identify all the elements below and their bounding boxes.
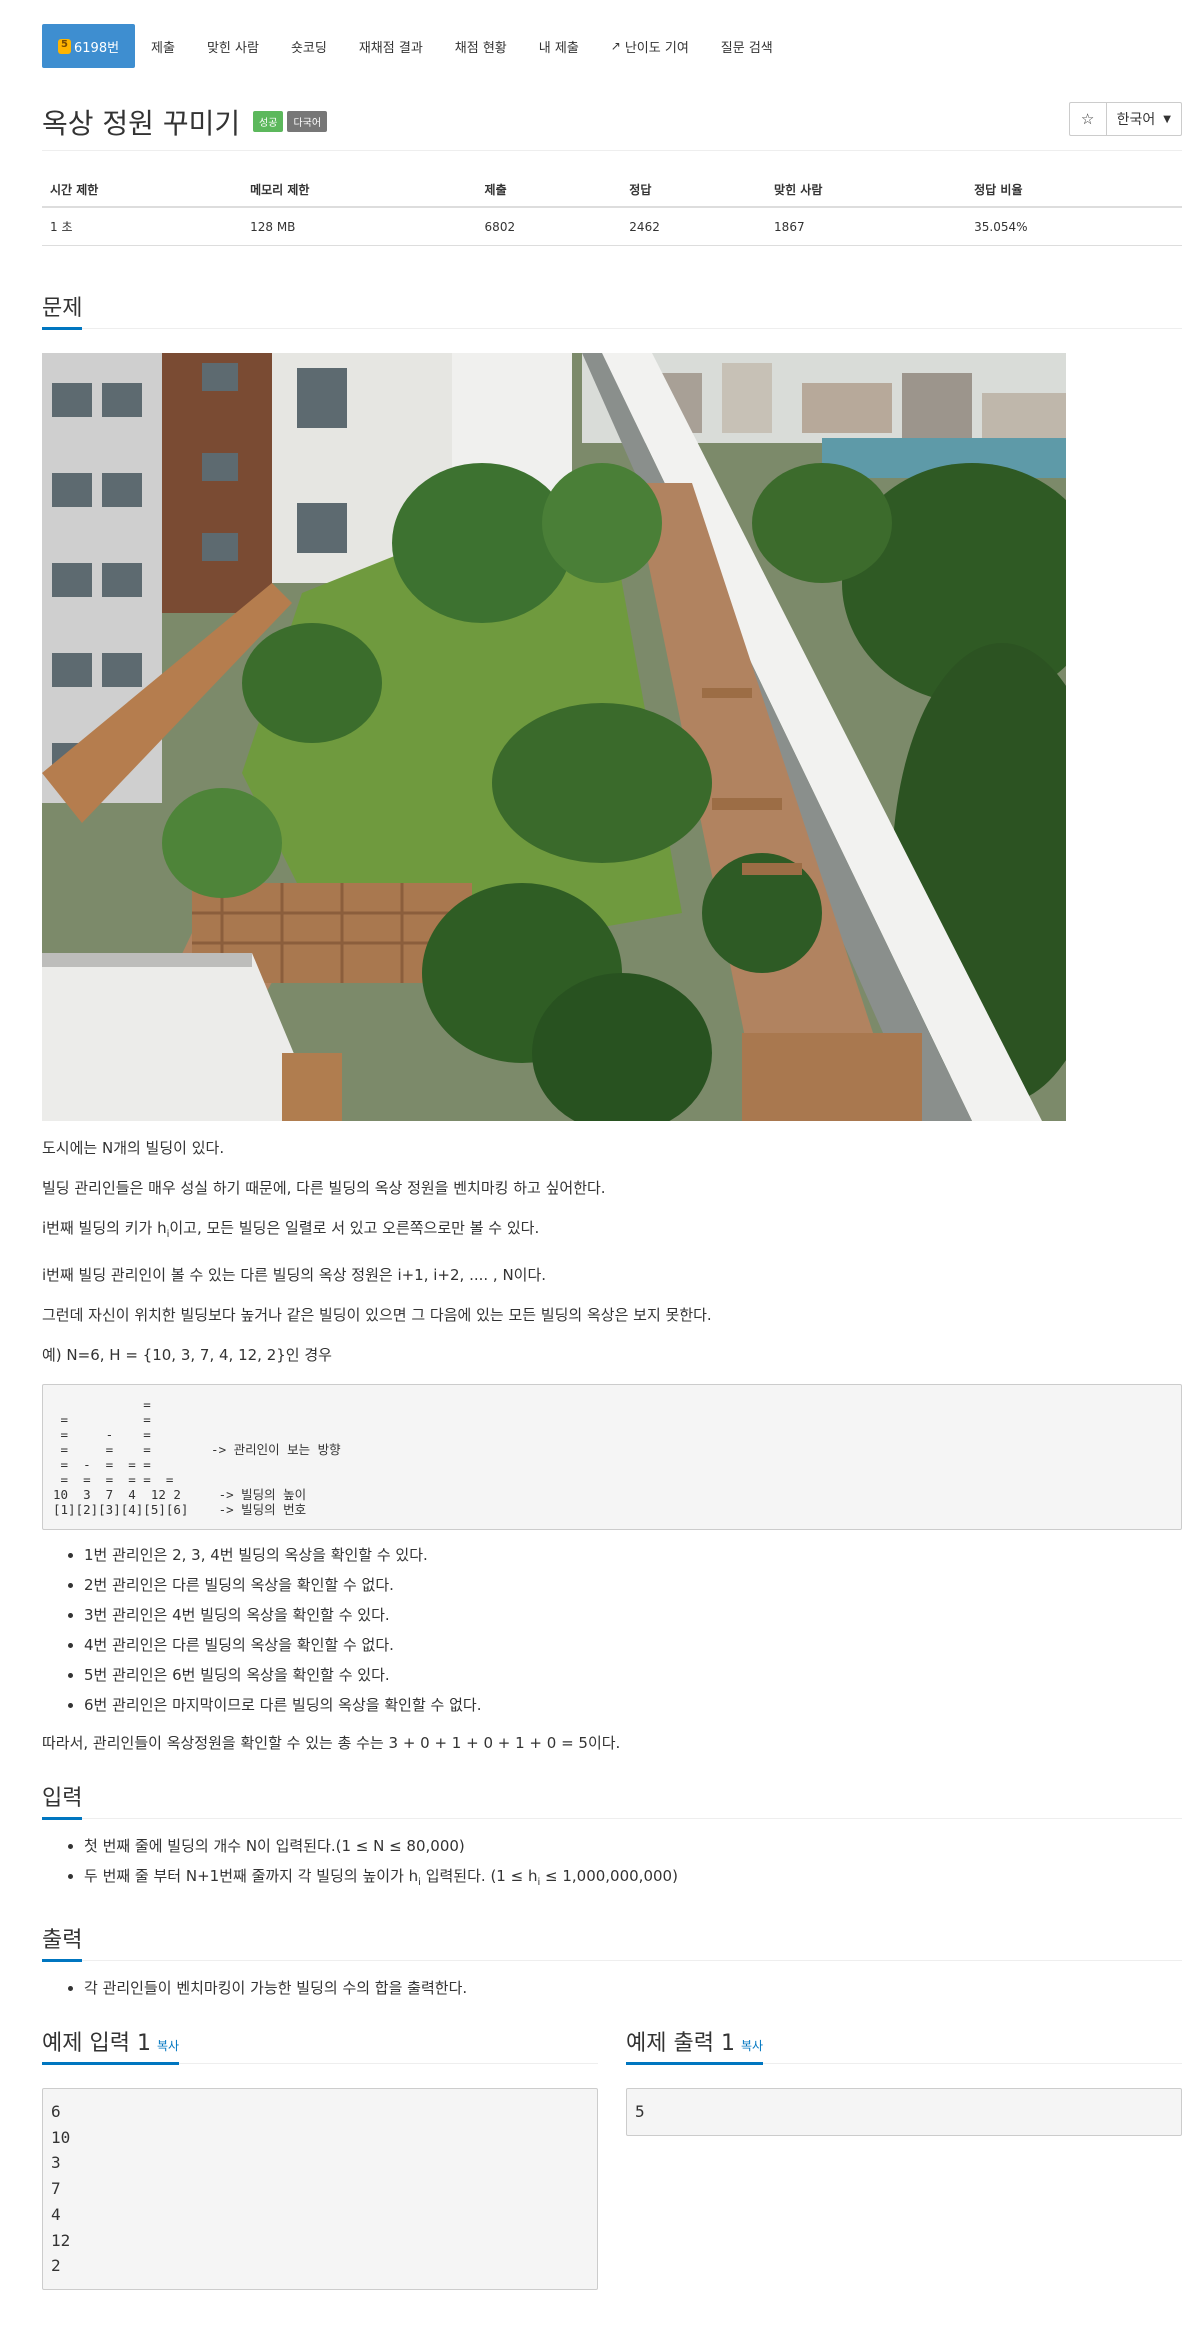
accept-ratio-value: 35.054% [966,207,1182,246]
sample-input-box: 6 10 3 7 4 12 2 [42,2088,598,2290]
tab-rejudge-results[interactable]: 재채점 결과 [343,24,439,68]
problem-conclusion: 따라서, 관리인들이 옥상정원을 확인할 수 있는 총 수는 3 + 0 + 1… [42,1734,621,1752]
tab-submit[interactable]: 제출 [135,24,191,68]
header-tools: ☆ 한국어 ▼ [1068,102,1182,136]
copy-output-link[interactable]: 복사 [741,2039,763,2053]
caret-down-icon: ▼ [1163,113,1171,125]
memory-limit-value: 128 MB [242,207,477,246]
copy-input-link[interactable]: 복사 [157,2039,179,2053]
star-icon: ☆ [1080,110,1095,128]
problem-text-6: 예) N=6, H = {10, 3, 7, 4, 12, 2}인 경우 [42,1346,332,1364]
multilang-badge: 다국어 [287,110,328,132]
list-item: 첫 번째 줄에 빌딩의 개수 N이 입력된다.(1 ≤ N ≤ 80,000) [84,1831,1182,1861]
header-solved-users: 맞힌 사람 [766,173,967,208]
input-description: 첫 번째 줄에 빌딩의 개수 N이 입력된다.(1 ≤ N ≤ 80,000) … [42,1831,1182,1898]
header-submissions: 제출 [476,173,622,208]
language-dropdown[interactable]: 한국어 ▼ [1106,102,1182,136]
sample-output-box: 5 [626,2088,1182,2136]
problem-text-5: 그런데 자신이 위치한 빌딩보다 높거나 같은 빌딩이 있으면 그 다음에 있는… [42,1306,712,1324]
tab-judge-status[interactable]: 채점 현황 [439,24,523,68]
success-badge: 성공 [253,110,284,132]
list-item: 3번 관리인은 4번 빌딩의 옥상을 확인할 수 있다. [84,1600,1182,1630]
input-section-header: 입력 [42,1780,1182,1820]
problem-title: 옥상 정원 꾸미기 성공 다국어 [42,102,328,142]
tab-question-search[interactable]: 질문 검색 [705,24,789,68]
table-row: 1 초 128 MB 6802 2462 1867 35.054% [42,207,1182,246]
list-item: 5번 관리인은 6번 빌딩의 옥상을 확인할 수 있다. [84,1660,1182,1690]
problem-text-2: 빌딩 관리인들은 매우 성실 하기 때문에, 다른 빌딩의 옥상 정원을 벤치마… [42,1179,606,1197]
header-memory-limit: 메모리 제한 [242,173,477,208]
list-item: 각 관리인들이 벤치마킹이 가능한 빌딩의 수의 합을 출력한다. [84,1973,1182,2003]
problem-text-1: 도시에는 N개의 빌딩이 있다. [42,1139,225,1157]
external-link-icon: ↗ [610,39,621,53]
problem-text-3: i번째 빌딩의 키가 hi이고, 모든 빌딩은 일렬로 서 있고 오른쪽으로만 … [42,1219,540,1240]
output-section-title: 출력 [42,1922,83,1962]
tab-my-submissions[interactable]: 내 제출 [523,24,595,68]
tier-medal-icon [58,38,71,54]
time-limit-value: 1 초 [42,207,243,246]
accepted-value: 2462 [621,207,767,246]
problem-page: 6198번 제출 맞힌 사람 숏코딩 재채점 결과 채점 현황 내 제출 ↗난이… [42,24,1182,2290]
output-description: 각 관리인들이 벤치마킹이 가능한 빌딩의 수의 합을 출력한다. [42,1973,1182,2003]
problem-menu-tabs: 6198번 제출 맞힌 사람 숏코딩 재채점 결과 채점 현황 내 제출 ↗난이… [42,24,1182,68]
list-item: 두 번째 줄 부터 N+1번째 줄까지 각 빌딩의 높이가 hi 입력된다. (… [84,1861,1182,1898]
problem-section-header: 문제 [42,290,1182,330]
input-section-title: 입력 [42,1780,83,1820]
solved-users-value: 1867 [766,207,967,246]
samples-area: 예제 입력 1 복사 6 10 3 7 4 12 2 예제 출력 1 복사 5 [42,2025,1182,2290]
sample-output-column: 예제 출력 1 복사 5 [626,2025,1182,2290]
list-item: 6번 관리인은 마지막이므로 다른 빌딩의 옥상을 확인할 수 없다. [84,1690,1182,1720]
rooftop-garden-image [42,353,1066,1121]
tab-problem-number[interactable]: 6198번 [42,24,136,68]
table-header-row: 시간 제한 메모리 제한 제출 정답 맞힌 사람 정답 비율 [42,173,1182,208]
output-section-header: 출력 [42,1922,1182,1962]
header-accept-ratio: 정답 비율 [966,173,1182,208]
tab-difficulty-contribution[interactable]: ↗ 난이도 기여 [595,24,705,68]
example-diagram: = = = = - = = = = -> 관리인이 보는 방향 = - = = … [42,1384,1182,1530]
sample-output-header: 예제 출력 1 복사 [626,2025,1182,2065]
header-accepted: 정답 [621,173,767,208]
explanation-list: 1번 관리인은 2, 3, 4번 빌딩의 옥상을 확인할 수 있다. 2번 관리… [42,1540,1182,1720]
tab-solved-users[interactable]: 맞힌 사람 [191,24,275,68]
problem-section-title: 문제 [42,290,83,330]
header-time-limit: 시간 제한 [42,173,243,208]
problem-text-4: i번째 빌딩 관리인이 볼 수 있는 다른 빌딩의 옥상 정원은 i+1, i+… [42,1266,547,1284]
list-item: 2번 관리인은 다른 빌딩의 옥상을 확인할 수 없다. [84,1570,1182,1600]
tab-short-coding[interactable]: 숏코딩 [275,24,343,68]
problem-info-table: 시간 제한 메모리 제한 제출 정답 맞힌 사람 정답 비율 1 초 128 M… [42,173,1182,246]
sample-input-column: 예제 입력 1 복사 6 10 3 7 4 12 2 [42,2025,598,2290]
sample-input-title: 예제 입력 1 복사 [42,2025,180,2065]
sample-input-header: 예제 입력 1 복사 [42,2025,598,2065]
sample-output-title: 예제 출력 1 복사 [626,2025,764,2065]
favorite-star-button[interactable]: ☆ [1068,102,1107,136]
submissions-value: 6802 [476,207,622,246]
list-item: 4번 관리인은 다른 빌딩의 옥상을 확인할 수 없다. [84,1630,1182,1660]
list-item: 1번 관리인은 2, 3, 4번 빌딩의 옥상을 확인할 수 있다. [84,1540,1182,1570]
problem-header: 옥상 정원 꾸미기 성공 다국어 ☆ 한국어 ▼ [42,102,1182,151]
